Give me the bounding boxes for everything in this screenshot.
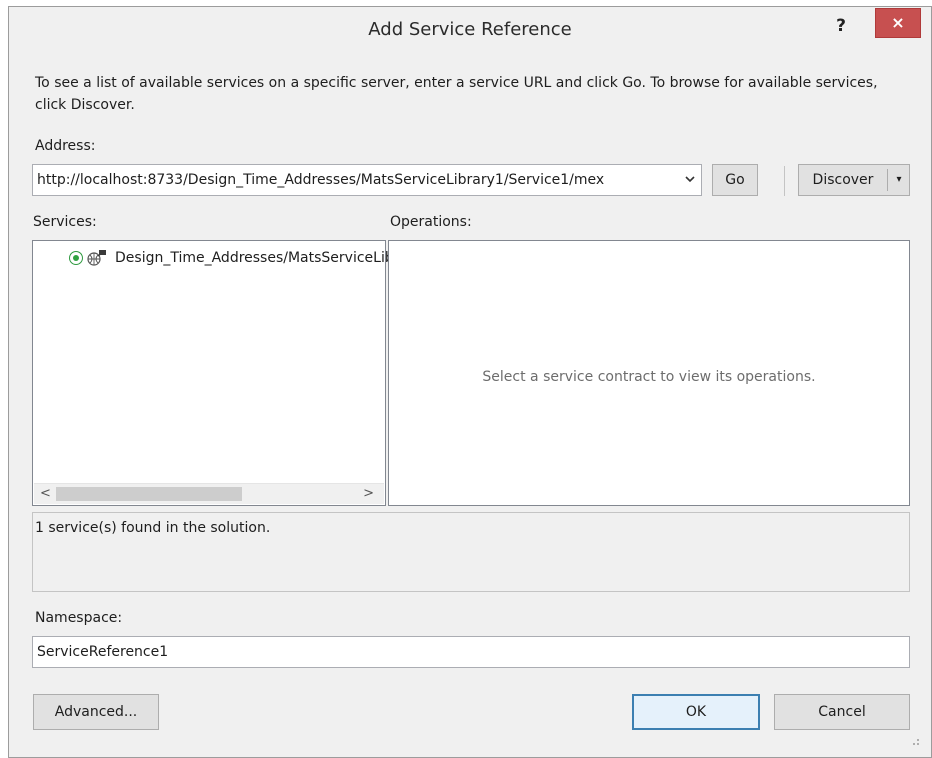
- toolbar-separator: [784, 166, 785, 196]
- chevron-down-icon[interactable]: [683, 172, 697, 188]
- scrollbar-thumb[interactable]: [56, 487, 242, 501]
- operations-list[interactable]: Select a service contract to view its op…: [388, 240, 910, 506]
- instructions-text: To see a list of available services on a…: [35, 75, 878, 113]
- cancel-button[interactable]: Cancel: [774, 694, 910, 730]
- service-globe-icon: [87, 249, 109, 267]
- operations-label: Operations:: [390, 214, 472, 230]
- selected-radio-icon: [69, 251, 83, 265]
- scroll-right-icon[interactable]: >: [363, 484, 374, 504]
- address-value[interactable]: http://localhost:8733/Design_Time_Addres…: [37, 172, 679, 188]
- services-label: Services:: [33, 214, 97, 230]
- dialog-title: Add Service Reference: [368, 19, 572, 40]
- close-button[interactable]: ×: [875, 8, 921, 38]
- advanced-button[interactable]: Advanced...: [33, 694, 159, 730]
- discover-label[interactable]: Discover: [799, 165, 887, 195]
- services-tree[interactable]: Design_Time_Addresses/MatsServiceLibrary…: [32, 240, 531, 506]
- resize-grip-icon[interactable]: [908, 734, 920, 746]
- status-text: 1 service(s) found in the solution.: [35, 520, 271, 536]
- namespace-value[interactable]: ServiceReference1: [37, 644, 168, 660]
- namespace-input[interactable]: ServiceReference1: [32, 636, 910, 668]
- operations-empty-message: Select a service contract to view its op…: [482, 369, 816, 385]
- status-area: 1 service(s) found in the solution.: [32, 512, 910, 592]
- discover-button[interactable]: Discover ▾: [798, 164, 910, 196]
- help-button[interactable]: ?: [823, 11, 859, 41]
- title-bar: Add Service Reference ? ×: [9, 7, 931, 55]
- address-label: Address:: [35, 138, 96, 154]
- namespace-label: Namespace:: [35, 610, 123, 626]
- address-combobox[interactable]: http://localhost:8733/Design_Time_Addres…: [32, 164, 702, 196]
- ok-button[interactable]: OK: [632, 694, 760, 730]
- dropdown-arrow-icon[interactable]: ▾: [891, 165, 907, 195]
- split-divider: [887, 169, 888, 191]
- go-button[interactable]: Go: [712, 164, 758, 196]
- horizontal-scrollbar[interactable]: < >: [34, 483, 384, 504]
- scroll-left-icon[interactable]: <: [40, 484, 51, 504]
